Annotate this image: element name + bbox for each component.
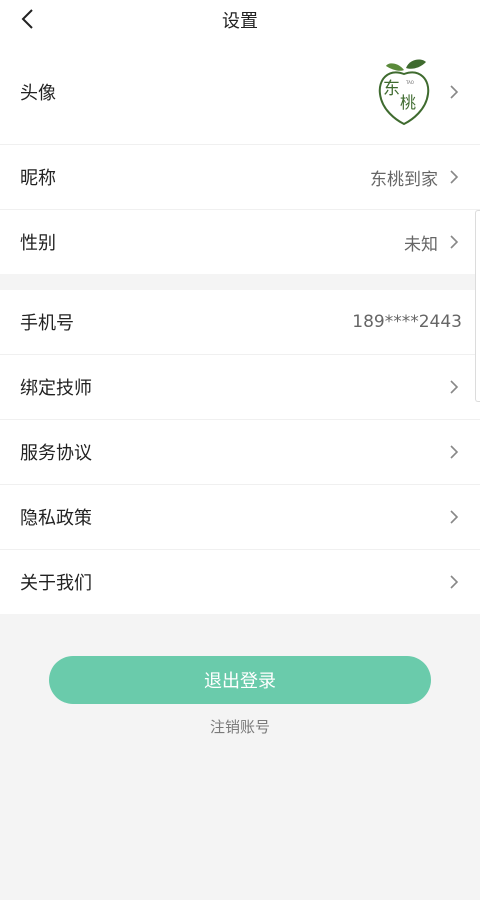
chevron-right-icon	[448, 169, 460, 185]
logo-text-dong: 东	[383, 79, 400, 99]
privacy-policy-row[interactable]: 隐私政策	[0, 485, 480, 550]
bind-technician-label: 绑定技师	[20, 378, 92, 399]
chevron-right-icon	[448, 379, 460, 395]
avatar-label: 头像	[20, 83, 56, 104]
chevron-right-icon	[448, 574, 460, 590]
profile-section: 头像 东 桃 TAO 昵称 东桃到家 性别 未知	[0, 40, 480, 274]
section-gap	[0, 274, 480, 290]
avatar[interactable]: 东 桃 TAO	[376, 56, 432, 128]
chevron-right-icon	[448, 509, 460, 525]
account-section: 手机号 189****2443 绑定技师 服务协议 隐私政策 关于我们	[0, 290, 480, 614]
avatar-row[interactable]: 头像 东 桃 TAO	[0, 40, 480, 145]
logout-button[interactable]: 退出登录	[49, 656, 431, 704]
privacy-policy-label: 隐私政策	[20, 508, 92, 529]
gender-row[interactable]: 性别 未知	[0, 210, 480, 274]
logo-text-tao: 桃	[400, 93, 416, 112]
svg-text:TAO: TAO	[405, 80, 414, 85]
top-bar: 设置	[0, 0, 480, 40]
gender-label: 性别	[20, 233, 56, 254]
back-button[interactable]	[14, 6, 40, 32]
phone-value: 189****2443	[352, 312, 462, 332]
page-title: 设置	[222, 11, 258, 32]
scrollbar[interactable]	[475, 210, 480, 402]
nickname-value: 东桃到家	[370, 169, 438, 190]
bind-technician-row[interactable]: 绑定技师	[0, 355, 480, 420]
chevron-right-icon	[448, 234, 460, 250]
about-us-label: 关于我们	[20, 573, 92, 594]
chevron-right-icon	[448, 444, 460, 460]
phone-row[interactable]: 手机号 189****2443	[0, 290, 480, 355]
gender-value: 未知	[404, 234, 438, 255]
nickname-label: 昵称	[20, 168, 56, 189]
phone-label: 手机号	[20, 313, 74, 334]
actions-area: 退出登录 注销账号	[0, 614, 480, 737]
service-agreement-label: 服务协议	[20, 443, 92, 464]
deactivate-account-link[interactable]: 注销账号	[210, 716, 270, 737]
nickname-row[interactable]: 昵称 东桃到家	[0, 145, 480, 210]
chevron-right-icon	[448, 84, 460, 100]
about-us-row[interactable]: 关于我们	[0, 550, 480, 614]
back-arrow-icon	[21, 9, 33, 29]
service-agreement-row[interactable]: 服务协议	[0, 420, 480, 485]
